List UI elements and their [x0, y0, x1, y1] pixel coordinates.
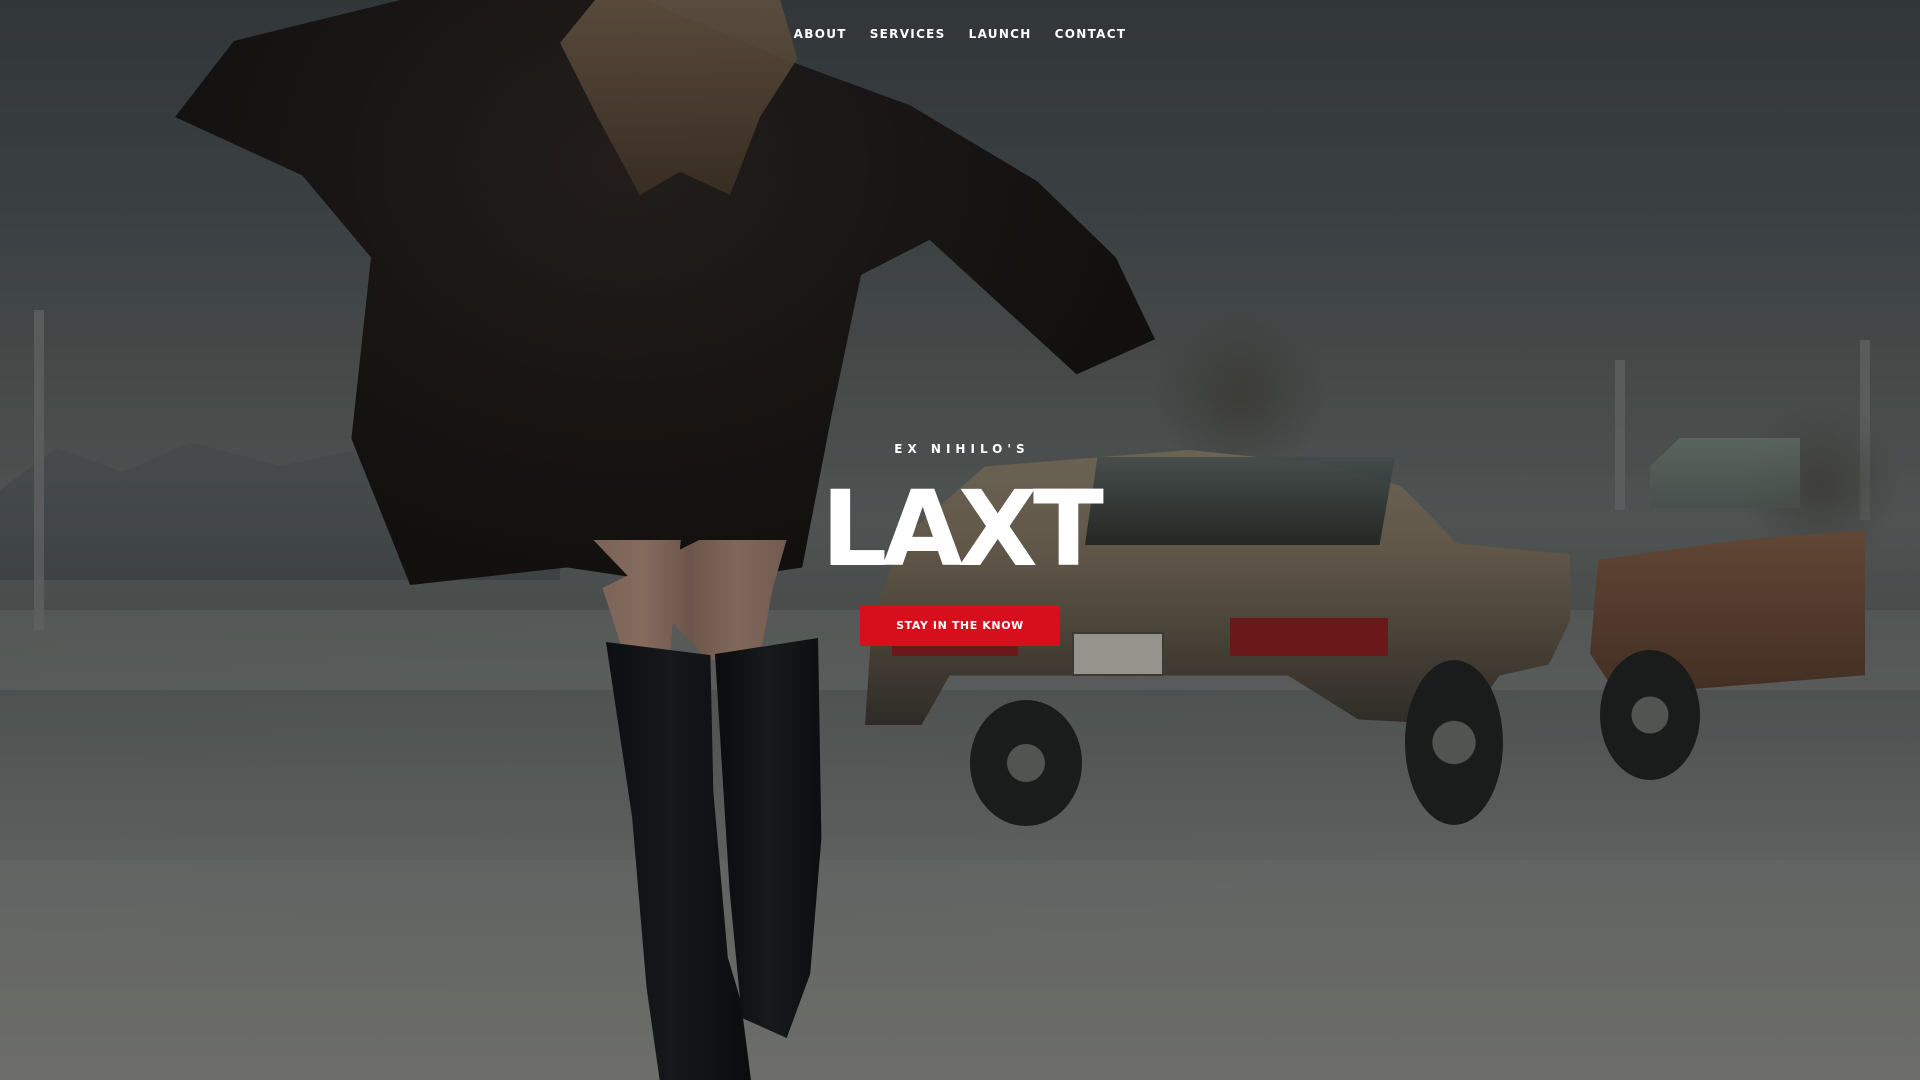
hero-title: LAXT: [821, 468, 1104, 590]
hero-content: EX NIHILO'S LAXT STAY IN THE KNOW: [0, 440, 1920, 646]
main-navigation: ABOUT SERVICES LAUNCH CONTACT: [0, 26, 1920, 42]
stay-in-the-know-button[interactable]: STAY IN THE KNOW: [860, 605, 1060, 646]
nav-link-launch[interactable]: LAUNCH: [969, 26, 1032, 42]
hero-eyebrow: EX NIHILO'S: [894, 442, 1030, 456]
hero-section: ABOUT SERVICES LAUNCH CONTACT EX NIHILO'…: [0, 0, 1920, 1080]
nav-link-about[interactable]: ABOUT: [794, 26, 847, 42]
nav-link-services[interactable]: SERVICES: [870, 26, 946, 42]
nav-link-contact[interactable]: CONTACT: [1055, 26, 1127, 42]
